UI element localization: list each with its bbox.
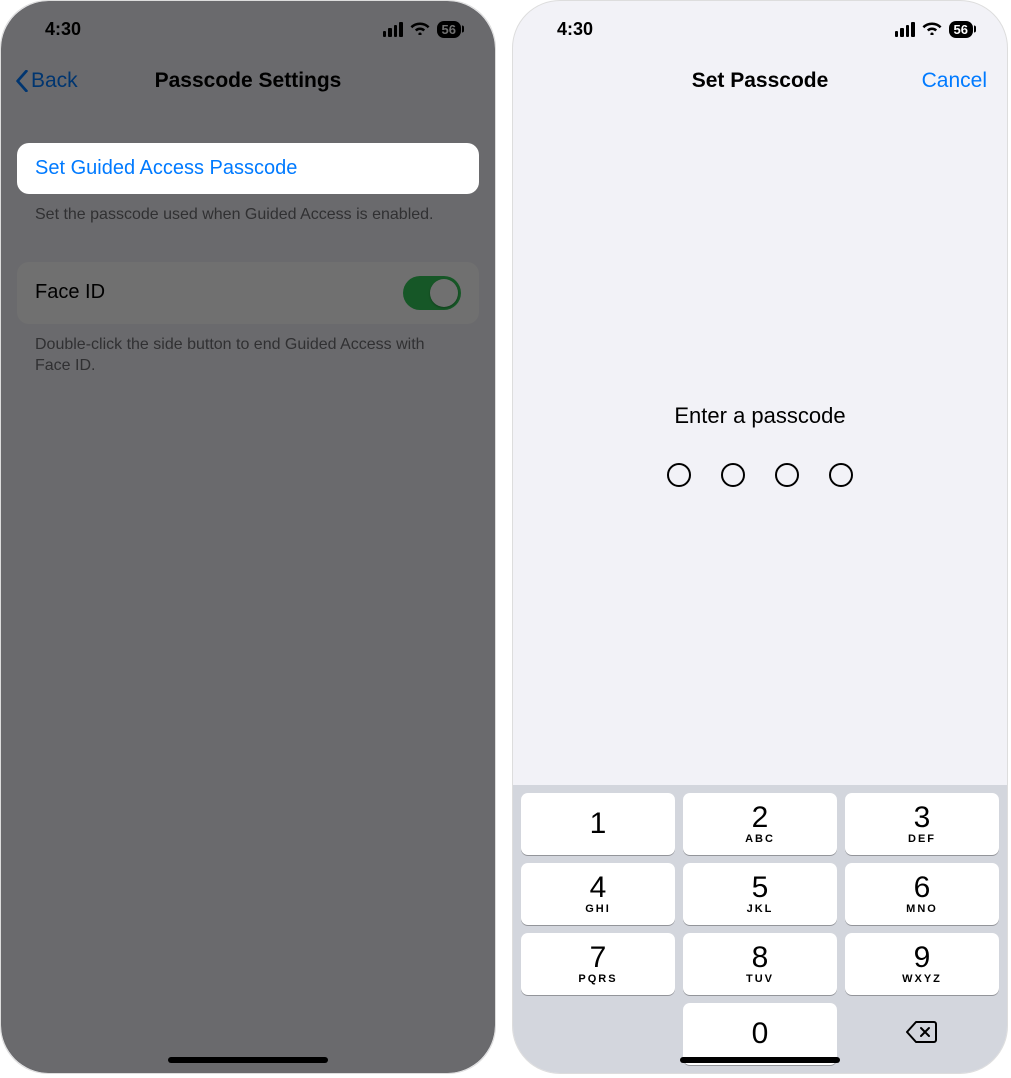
key-num: 3: [914, 803, 931, 833]
status-time: 4:30: [557, 19, 593, 40]
passcode-dot: [775, 463, 799, 487]
key-0[interactable]: 0: [683, 1003, 837, 1065]
passcode-dot: [667, 463, 691, 487]
status-right: 56: [383, 19, 461, 40]
key-num: 2: [752, 803, 769, 833]
phone-passcode-settings: 4:30 56 Back Passcode Settings Set Guide…: [0, 0, 496, 1074]
wifi-icon: [922, 19, 942, 40]
back-label: Back: [31, 69, 78, 93]
key-num: 0: [752, 1019, 769, 1049]
cellular-icon: [895, 22, 915, 37]
key-1[interactable]: 1: [521, 793, 675, 855]
key-num: 4: [590, 873, 607, 903]
set-passcode-footer: Set the passcode used when Guided Access…: [17, 194, 479, 226]
key-8[interactable]: 8 TUV: [683, 933, 837, 995]
key-letters: PQRS: [578, 973, 617, 985]
key-6[interactable]: 6 MNO: [845, 863, 999, 925]
faceid-row: Face ID: [17, 262, 479, 324]
home-indicator[interactable]: [168, 1057, 328, 1063]
passcode-dot: [721, 463, 745, 487]
key-num: 9: [914, 943, 931, 973]
battery-icon: 56: [949, 21, 973, 38]
prompt-area: Enter a passcode: [513, 105, 1007, 785]
key-letters: GHI: [585, 903, 611, 915]
page-title: Passcode Settings: [155, 69, 342, 93]
cancel-button[interactable]: Cancel: [922, 69, 987, 93]
key-letters: WXYZ: [902, 973, 942, 985]
key-letters: MNO: [906, 903, 938, 915]
status-bar: 4:30 56: [1, 1, 495, 57]
set-guided-access-passcode-label-highlight: Set Guided Access Passcode: [35, 157, 297, 179]
prompt-text: Enter a passcode: [674, 403, 845, 429]
key-letters: DEF: [908, 833, 936, 845]
key-letters: TUV: [746, 973, 774, 985]
faceid-label: Face ID: [35, 281, 105, 304]
key-num: 6: [914, 873, 931, 903]
key-9[interactable]: 9 WXYZ: [845, 933, 999, 995]
chevron-left-icon: [15, 70, 29, 92]
wifi-icon: [410, 19, 430, 40]
key-num: 8: [752, 943, 769, 973]
passcode-dots: [667, 463, 853, 487]
status-right: 56: [895, 19, 973, 40]
key-letters: JKL: [747, 903, 774, 915]
battery-icon: 56: [437, 21, 461, 38]
key-num: 7: [590, 943, 607, 973]
back-button[interactable]: Back: [15, 69, 78, 93]
page-title: Set Passcode: [692, 69, 829, 93]
key-letters: ABC: [745, 833, 775, 845]
nav-bar: Back Passcode Settings: [1, 57, 495, 105]
keypad: 1 2 ABC 3 DEF 4 GHI 5 JKL: [513, 785, 1007, 1073]
status-bar: 4:30 56: [513, 1, 1007, 57]
backspace-icon: [906, 1020, 938, 1049]
passcode-dot: [829, 463, 853, 487]
faceid-footer: Double-click the side button to end Guid…: [17, 324, 479, 377]
key-blank: [521, 1003, 675, 1065]
set-guided-access-passcode-highlight[interactable]: Set Guided Access Passcode: [17, 143, 479, 194]
key-num: 5: [752, 873, 769, 903]
phone-set-passcode: 4:30 56 Set Passcode Cancel Enter a pass…: [512, 0, 1008, 1074]
key-3[interactable]: 3 DEF: [845, 793, 999, 855]
nav-bar: Set Passcode Cancel: [513, 57, 1007, 105]
home-indicator[interactable]: [680, 1057, 840, 1063]
key-7[interactable]: 7 PQRS: [521, 933, 675, 995]
cellular-icon: [383, 22, 403, 37]
key-backspace[interactable]: [845, 1003, 999, 1065]
key-5[interactable]: 5 JKL: [683, 863, 837, 925]
passcode-body: Enter a passcode 1 2 ABC 3: [513, 105, 1007, 1073]
key-2[interactable]: 2 ABC: [683, 793, 837, 855]
key-num: 1: [590, 809, 607, 839]
key-4[interactable]: 4 GHI: [521, 863, 675, 925]
faceid-toggle[interactable]: [403, 276, 461, 310]
status-time: 4:30: [45, 19, 81, 40]
